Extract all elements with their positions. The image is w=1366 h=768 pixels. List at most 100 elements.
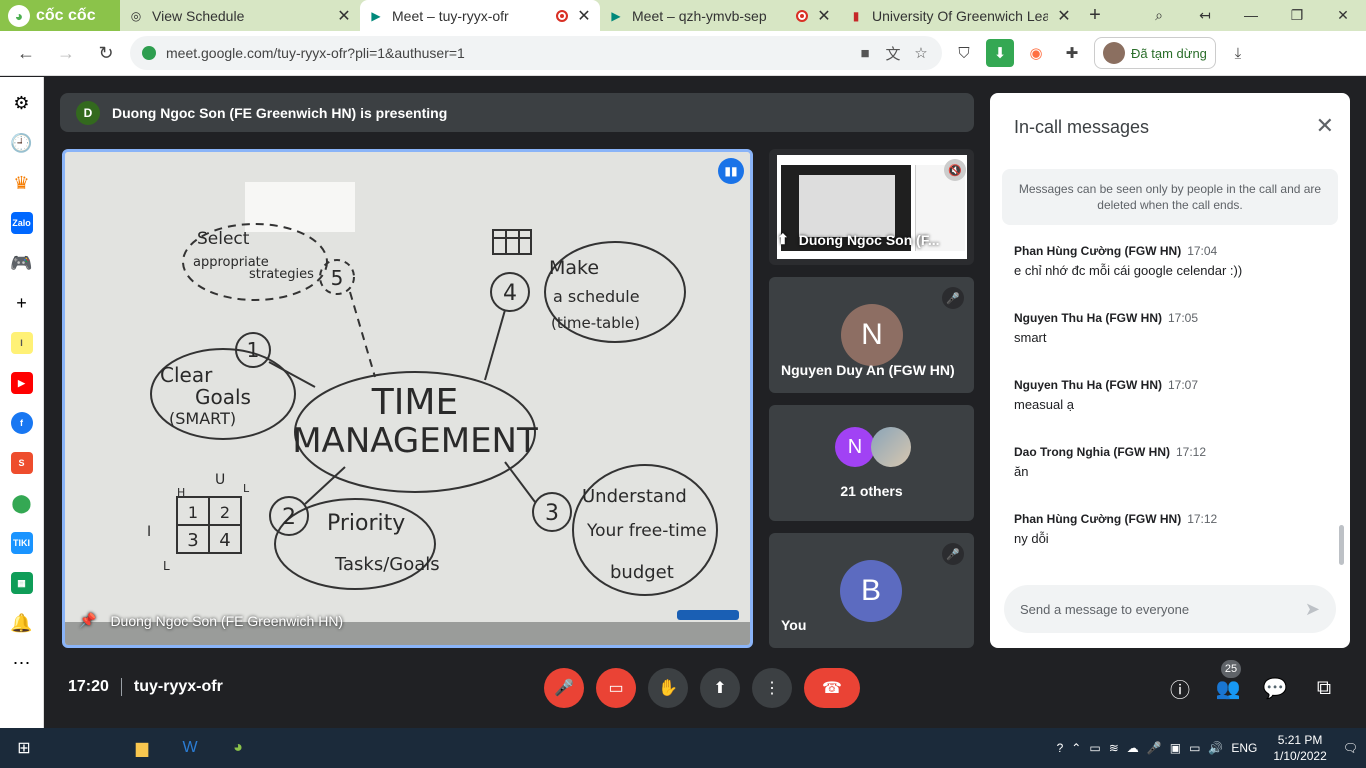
activities-button[interactable]: ⧉ [1308, 672, 1340, 704]
meeting-details-button[interactable]: ⓘ [1164, 672, 1196, 704]
secure-lock-icon[interactable] [142, 46, 156, 60]
tab-meet-qzh[interactable]: ▶ Meet – qzh-ymvb-sep ✕ [600, 0, 840, 31]
message-text: ăn [1014, 464, 1029, 479]
message-time: 17:12 [1187, 512, 1218, 526]
wb-b3c: budget [610, 562, 674, 583]
more-options-button[interactable]: ⋮ [752, 668, 792, 708]
download-icon[interactable]: ⬇ [986, 39, 1014, 67]
chat-scrollbar[interactable] [1339, 525, 1344, 565]
wb-grid-l2: L [163, 559, 170, 573]
camera-icon[interactable]: ■ [856, 45, 874, 62]
add-icon[interactable]: + [0, 283, 44, 323]
new-tab-button[interactable]: + [1080, 4, 1110, 27]
main-video-whiteboard[interactable]: TIME MANAGEMENT 1 Clear Goals (SMART) 2 … [62, 149, 753, 648]
crown-icon[interactable]: ♛ [0, 163, 44, 203]
tile-participant[interactable]: 🎤 N Nguyen Duy An (FGW HN) [769, 277, 974, 393]
history-icon[interactable]: 🕘 [0, 123, 44, 163]
chat-input[interactable]: Send a message to everyone ➤ [1004, 585, 1336, 633]
wb-grid-4: 4 [219, 530, 230, 551]
wb-b1a: Clear [160, 363, 213, 387]
taskbar-clock[interactable]: 5:21 PM 1/10/2022 [1265, 732, 1334, 764]
chat-message: Nguyen Thu Ha (FGW HN) 17:05 smart [1014, 308, 1198, 347]
translate-icon[interactable]: 文 [884, 43, 902, 64]
message-sender: Nguyen Thu Ha (FGW HN) [1014, 311, 1162, 325]
university-icon: ▮ [852, 8, 860, 23]
bookmark-star-icon[interactable]: ☆ [912, 44, 930, 62]
presenting-text: Duong Ngoc Son (FE Greenwich HN) is pres… [112, 104, 448, 121]
meeting-time: 17:20 [68, 678, 109, 695]
clock-date: 1/10/2022 [1273, 749, 1327, 763]
facebook-icon[interactable]: f [0, 403, 44, 443]
minimize-icon[interactable]: — [1228, 7, 1274, 24]
pin-icon[interactable]: 📌 [79, 612, 96, 629]
forward-button[interactable]: → [50, 37, 82, 69]
meet-now-icon[interactable]: ▭ [1089, 741, 1100, 755]
leave-call-button[interactable]: ☎ [804, 668, 860, 708]
word-icon[interactable]: W [166, 728, 214, 768]
display-icon[interactable]: ▣ [1170, 741, 1181, 755]
shield-icon[interactable]: ⛉ [950, 39, 978, 67]
tab-search-icon[interactable]: ⌕ [1136, 7, 1182, 24]
wb-grid-i: I [147, 524, 151, 540]
chevron-up-icon[interactable]: ⌃ [1071, 741, 1081, 755]
browser-brand[interactable]: ◕ cốc cốc [0, 0, 120, 31]
tab-view-schedule[interactable]: ◎ View Schedule ✕ [120, 0, 360, 31]
tab-meet-tuy[interactable]: ▶ Meet – tuy-ryyx-ofr ✕ [360, 0, 600, 31]
map-pin-icon[interactable]: ⬤ [0, 483, 44, 523]
profile-button[interactable]: Đã tạm dừng [1094, 37, 1216, 69]
microphone-icon[interactable]: 🎤 [1147, 741, 1162, 755]
omnibox[interactable]: meet.google.com/tuy-ryyx-ofr?pli=1&authu… [130, 36, 942, 70]
camera-toggle-button[interactable]: ▭ [596, 668, 636, 708]
raise-hand-button[interactable]: ✋ [648, 668, 688, 708]
sheets-icon[interactable]: ▦ [0, 563, 44, 603]
wifi-icon[interactable]: ≋ [1109, 741, 1119, 755]
tile-self[interactable]: 🎤 B You [769, 533, 974, 648]
present-screen-icon: ⬆ [777, 231, 789, 247]
others-count: 21 others [840, 483, 903, 499]
coccoc-browser-icon[interactable]: ◕ [214, 728, 262, 768]
reload-button[interactable]: ↻ [90, 37, 122, 69]
message-sender: Dao Trong Nghia (FGW HN) [1014, 445, 1170, 459]
tile-screen-share[interactable]: ⬆ Duong Ngoc Son (F... 🔇 [769, 149, 974, 265]
close-tab-icon[interactable]: ✕ [1056, 6, 1072, 26]
battery-icon[interactable]: ▭ [1189, 741, 1200, 755]
message-text: smart [1014, 330, 1047, 345]
more-icon[interactable]: ⋯ [0, 643, 44, 683]
downloads-icon[interactable]: ⤓ [1224, 39, 1252, 67]
close-window-icon[interactable]: ✕ [1320, 7, 1366, 24]
notification-bell-icon[interactable]: 🔔 [0, 603, 44, 643]
file-explorer-icon[interactable]: ▆ [118, 728, 166, 768]
windows-start-icon[interactable]: ⊞ [0, 728, 48, 768]
youtube-icon[interactable]: ▶ [0, 363, 44, 403]
zalo-icon[interactable]: Zalo [0, 203, 44, 243]
shopee-icon[interactable]: S [0, 443, 44, 483]
close-tab-icon[interactable]: ✕ [576, 6, 592, 26]
gamepad-icon[interactable]: 🎮 [0, 243, 44, 283]
camera-off-icon: ▭ [608, 680, 624, 697]
tile-others[interactable]: N 21 others [769, 405, 974, 521]
close-tab-icon[interactable]: ✕ [336, 6, 352, 26]
help-icon[interactable]: ? [1057, 741, 1064, 755]
chat-button[interactable]: 💬 [1259, 672, 1291, 704]
people-button[interactable]: 👥 [1212, 672, 1244, 704]
back-button[interactable]: ← [10, 37, 42, 69]
extension-color-icon[interactable]: ◉ [1022, 39, 1050, 67]
volume-icon[interactable]: 🔊 [1208, 741, 1223, 755]
restore-icon[interactable]: ❐ [1274, 7, 1320, 24]
tab-university[interactable]: ▮ University Of Greenwich Lear ✕ [840, 0, 1080, 31]
language-indicator[interactable]: ENG [1231, 741, 1257, 755]
present-button[interactable]: ⬆ [700, 668, 740, 708]
wb-b5a: Select [197, 229, 250, 249]
send-icon[interactable]: ➤ [1305, 599, 1320, 620]
tiki-icon[interactable]: TIKI [0, 523, 44, 563]
settings-gear-icon[interactable]: ⚙ [0, 83, 44, 123]
cloud-icon[interactable]: ☁ [1127, 741, 1139, 755]
close-icon[interactable]: ✕ [1316, 113, 1334, 139]
back-icon[interactable]: ↤ [1182, 7, 1228, 24]
extensions-puzzle-icon[interactable]: ✚ [1058, 39, 1086, 67]
notes-icon[interactable]: I [0, 323, 44, 363]
notifications-icon[interactable]: 🗨 [1343, 741, 1358, 755]
search-icon[interactable] [48, 728, 118, 768]
mic-toggle-button[interactable]: 🎤 [544, 668, 584, 708]
close-tab-icon[interactable]: ✕ [816, 6, 832, 26]
